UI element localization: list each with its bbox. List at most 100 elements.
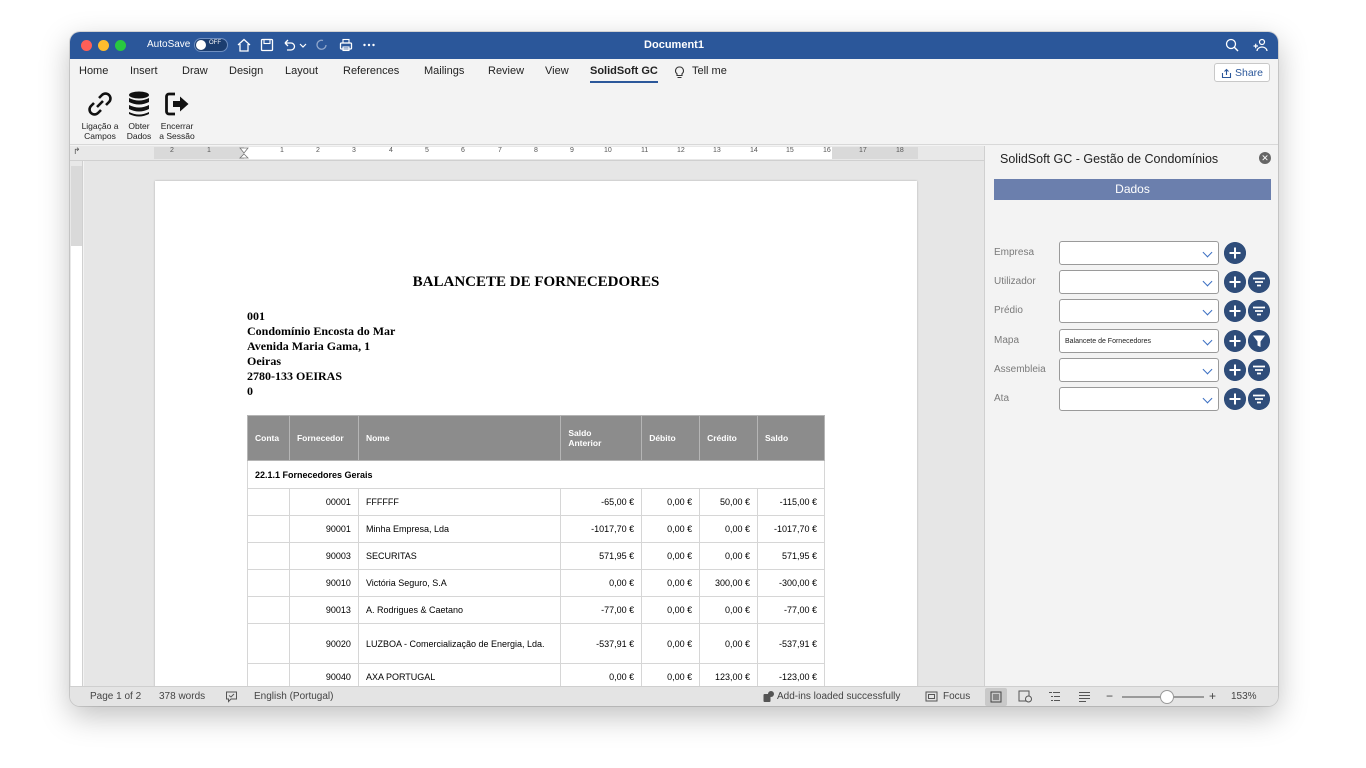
add-predio-button[interactable] bbox=[1224, 300, 1246, 322]
ligacao-line1: Ligação a bbox=[81, 121, 119, 131]
field-label: Assembleia bbox=[994, 364, 1046, 375]
ligacao-campos-button[interactable]: Ligação a Campos bbox=[79, 89, 121, 141]
tab-solidsoft-gc[interactable]: SolidSoft GC bbox=[590, 65, 658, 83]
zoom-slider-knob[interactable] bbox=[1160, 690, 1174, 704]
word-window: AutoSave OFF Document1 Home Insert Draw … bbox=[70, 32, 1278, 706]
cell-conta bbox=[247, 596, 290, 624]
suppliers-table: Conta Fornecedor Nome Saldo Anterior Débi… bbox=[247, 415, 825, 686]
print-layout-view-button[interactable] bbox=[985, 688, 1007, 706]
filter-mapa-funnel-button[interactable] bbox=[1248, 330, 1270, 352]
ruler-number: 11 bbox=[641, 147, 649, 154]
document-canvas[interactable]: BALANCETE DE FORNECEDORES 001 Condomínio… bbox=[84, 161, 984, 686]
encerrar-sessao-button[interactable]: Encerrar a Sessão bbox=[157, 89, 197, 141]
document-page[interactable]: BALANCETE DE FORNECEDORES 001 Condomínio… bbox=[155, 181, 917, 686]
tab-review[interactable]: Review bbox=[488, 65, 524, 77]
tab-home[interactable]: Home bbox=[79, 65, 108, 77]
word-count[interactable]: 378 words bbox=[159, 691, 205, 702]
report-title: BALANCETE DE FORNECEDORES bbox=[412, 274, 660, 290]
zoom-out-icon[interactable]: − bbox=[1106, 689, 1113, 703]
cell-saldo: -77,00 € bbox=[757, 596, 825, 624]
add-ata-button[interactable] bbox=[1224, 388, 1246, 410]
ruler-number: 1 bbox=[280, 147, 284, 154]
address-line: Condomínio Encosta do Mar bbox=[247, 324, 396, 338]
add-empresa-button[interactable] bbox=[1224, 242, 1246, 264]
filter-utilizador-button[interactable] bbox=[1248, 271, 1270, 293]
search-icon[interactable] bbox=[1224, 37, 1240, 53]
cell-nome: SECURITAS bbox=[357, 542, 562, 570]
horizontal-ruler[interactable]: ↱ 2 1 1 2 3 4 5 6 7 8 9 10 11 12 13 14 1… bbox=[70, 146, 984, 161]
filter-predio-button[interactable] bbox=[1248, 300, 1270, 322]
page-count[interactable]: Page 1 of 2 bbox=[90, 691, 141, 702]
focus-icon[interactable] bbox=[925, 691, 938, 702]
cell-saldo-anterior: -65,00 € bbox=[560, 488, 643, 516]
add-assembleia-button[interactable] bbox=[1224, 359, 1246, 381]
tab-insert[interactable]: Insert bbox=[130, 65, 158, 77]
cell-conta bbox=[247, 663, 290, 686]
outline-view-icon[interactable] bbox=[1048, 690, 1061, 703]
empresa-select[interactable] bbox=[1059, 241, 1219, 265]
ruler-number: 15 bbox=[786, 147, 794, 154]
filter-ata-button[interactable] bbox=[1248, 388, 1270, 410]
share-button[interactable]: Share bbox=[1214, 63, 1270, 82]
header-saldo-anterior-l1: Saldo bbox=[568, 428, 592, 438]
share-label: Share bbox=[1235, 67, 1264, 79]
ata-select[interactable] bbox=[1059, 387, 1219, 411]
account-icon[interactable] bbox=[1252, 37, 1268, 53]
predio-select[interactable] bbox=[1059, 299, 1219, 323]
ruler-number: 12 bbox=[677, 147, 685, 154]
mapa-select[interactable]: Balancete de Fornecedores bbox=[1059, 329, 1219, 353]
ruler-number: 2 bbox=[170, 147, 174, 154]
obter-dados-button[interactable]: Obter Dados bbox=[123, 89, 155, 141]
cell-debito: 0,00 € bbox=[641, 663, 701, 686]
table-row: 90001 Minha Empresa, Lda -1017,70 € 0,00… bbox=[247, 515, 825, 543]
tab-selector-icon[interactable]: ↱ bbox=[73, 146, 81, 157]
assembleia-select[interactable] bbox=[1059, 358, 1219, 382]
draft-view-icon[interactable] bbox=[1078, 690, 1091, 703]
add-mapa-button[interactable] bbox=[1224, 330, 1246, 352]
addins-status: Add-ins loaded successfully bbox=[777, 691, 901, 702]
indent-marker-icon[interactable] bbox=[239, 147, 249, 160]
ruler-number: 1 bbox=[207, 147, 211, 154]
cell-credito: 50,00 € bbox=[699, 488, 759, 516]
lightbulb-icon bbox=[674, 66, 685, 79]
tab-references[interactable]: References bbox=[343, 65, 399, 77]
pane-close-icon[interactable]: ✕ bbox=[1259, 152, 1271, 164]
ruler-left-margin bbox=[154, 147, 244, 159]
utilizador-select[interactable] bbox=[1059, 270, 1219, 294]
proofing-icon[interactable] bbox=[225, 690, 238, 703]
zoom-in-icon[interactable]: + bbox=[1209, 689, 1216, 703]
ruler-number: 3 bbox=[352, 147, 356, 154]
tab-view[interactable]: View bbox=[545, 65, 569, 77]
ruler-number: 17 bbox=[859, 147, 867, 154]
field-row-assembleia: Assembleia bbox=[994, 358, 1271, 382]
cell-conta bbox=[247, 569, 290, 597]
focus-label[interactable]: Focus bbox=[943, 691, 970, 702]
tab-layout[interactable]: Layout bbox=[285, 65, 318, 77]
tab-design[interactable]: Design bbox=[229, 65, 263, 77]
title-bar: AutoSave OFF Document1 bbox=[70, 32, 1278, 59]
chevron-down-icon bbox=[1202, 364, 1213, 375]
zoom-level[interactable]: 153% bbox=[1231, 691, 1257, 702]
add-utilizador-button[interactable] bbox=[1224, 271, 1246, 293]
filter-assembleia-button[interactable] bbox=[1248, 359, 1270, 381]
cell-fornecedor: 90010 bbox=[288, 569, 359, 597]
cell-fornecedor: 90003 bbox=[288, 542, 359, 570]
header-credito: Crédito bbox=[699, 415, 759, 461]
cell-credito: 0,00 € bbox=[699, 542, 759, 570]
language-label[interactable]: English (Portugal) bbox=[254, 691, 333, 702]
tab-draw[interactable]: Draw bbox=[182, 65, 208, 77]
vertical-ruler[interactable] bbox=[70, 161, 83, 686]
table-row: 90020 LUZBOA - Comercialização de Energi… bbox=[247, 623, 825, 664]
web-layout-icon[interactable] bbox=[1018, 690, 1032, 703]
report-address: 001 Condomínio Encosta do Mar Avenida Ma… bbox=[247, 309, 395, 399]
field-label: Ata bbox=[994, 393, 1010, 404]
status-bar: Page 1 of 2 378 words English (Portugal)… bbox=[70, 686, 1278, 706]
tell-me-search[interactable]: Tell me bbox=[692, 65, 727, 77]
document-title: Document1 bbox=[644, 39, 704, 51]
chevron-down-icon bbox=[1202, 305, 1213, 316]
select-value: Balancete de Fornecedores bbox=[1065, 338, 1151, 345]
table-row: 90010 Victória Seguro, S.A 0,00 € 0,00 €… bbox=[247, 569, 825, 597]
table-row: 90003 SECURITAS 571,95 € 0,00 € 0,00 € 5… bbox=[247, 542, 825, 570]
tab-mailings[interactable]: Mailings bbox=[424, 65, 464, 77]
cell-nome: Minha Empresa, Lda bbox=[357, 515, 562, 543]
